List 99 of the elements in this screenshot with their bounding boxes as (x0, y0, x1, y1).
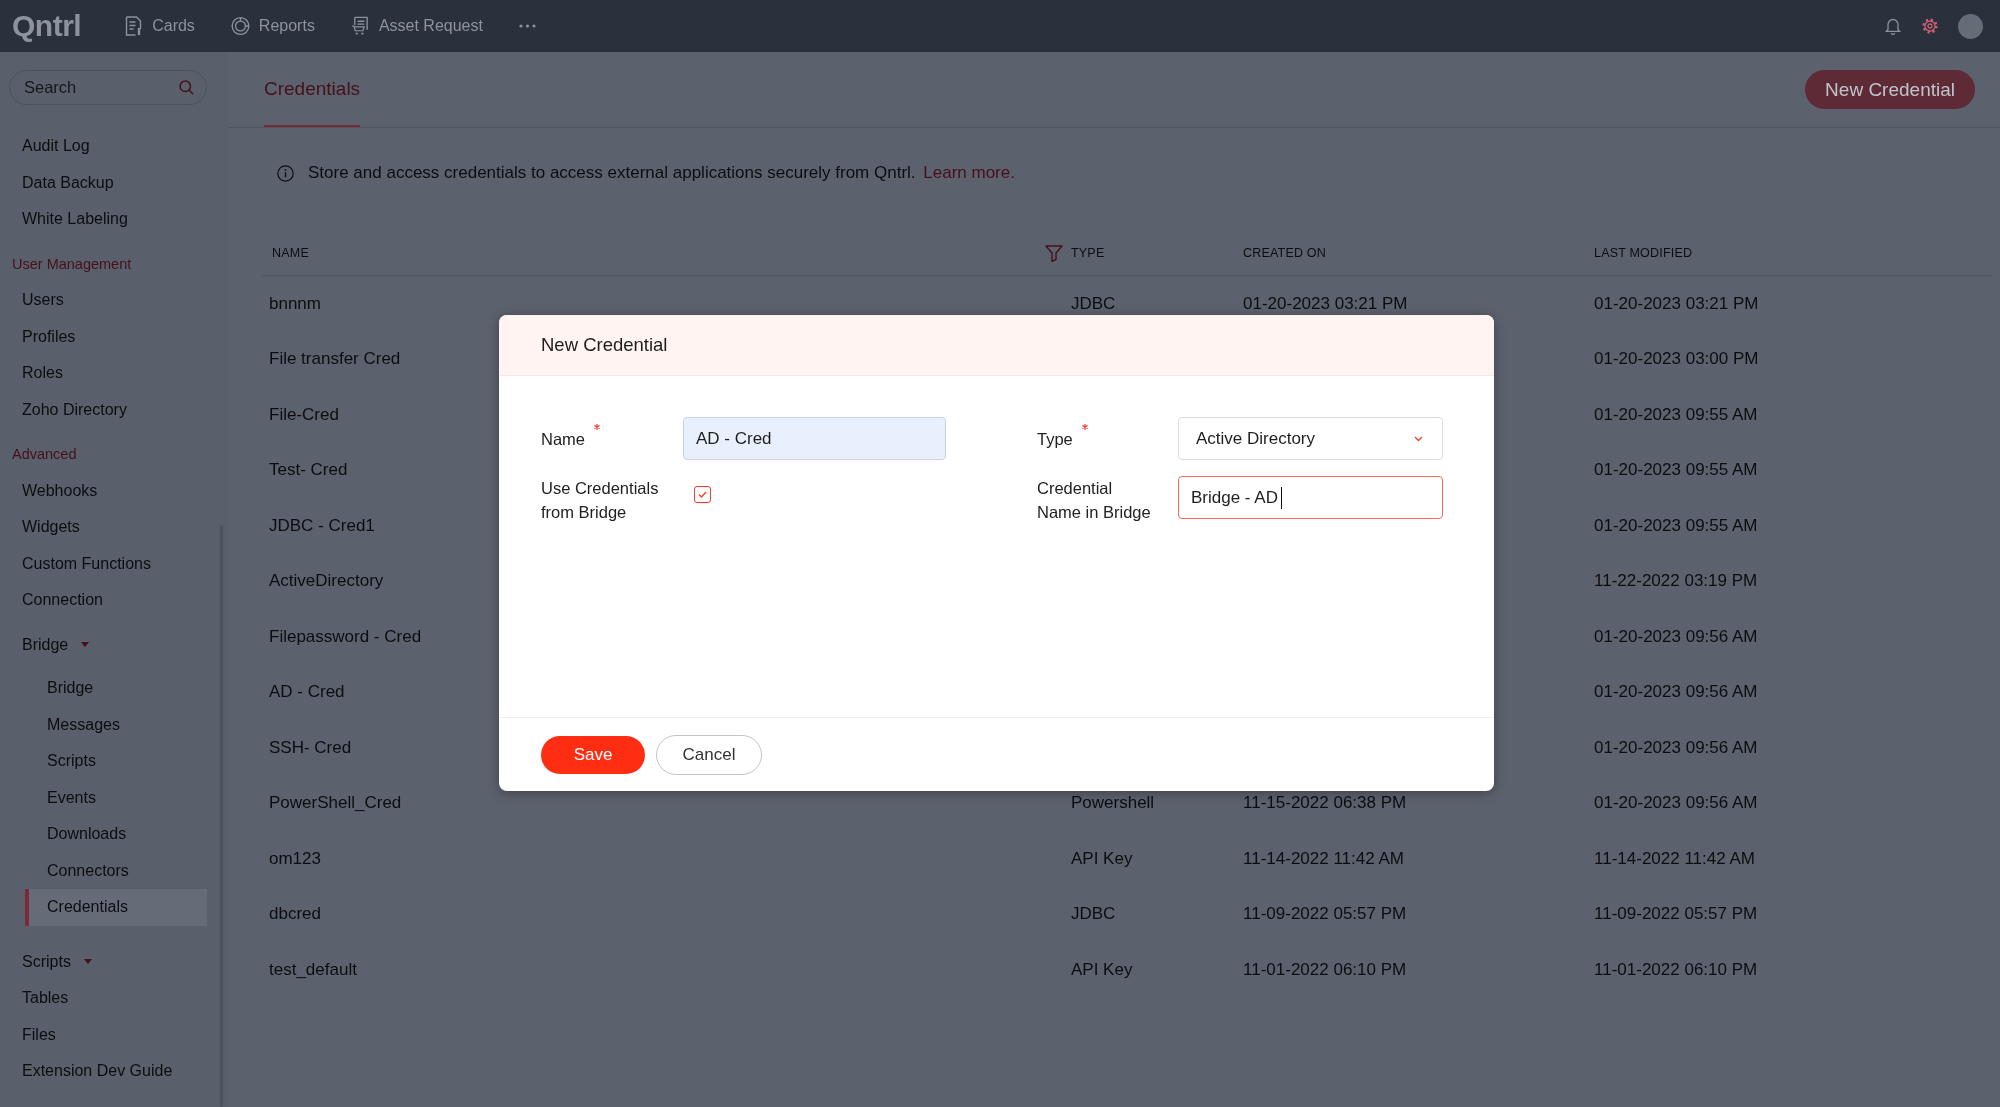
sidebar-item[interactable]: Audit Log (0, 128, 228, 165)
column-header: LAST MODIFIED (1594, 246, 1693, 260)
sidebar-item[interactable]: Events (25, 779, 207, 816)
sidebar-item[interactable]: Scripts (25, 743, 207, 780)
sidebar-item[interactable]: Extension Dev Guide (0, 1053, 228, 1090)
chevron-down-icon (1414, 435, 1423, 442)
table-cell: 11-09-2022 05:57 PM (1594, 904, 1758, 925)
table-cell: 11-09-2022 05:57 PM (1243, 904, 1407, 925)
dialog-title: New Credential (541, 334, 668, 356)
table-cell: 01-20-2023 09:56 AM (1594, 682, 1758, 703)
table-cell: 01-20-2023 09:55 AM (1594, 515, 1758, 536)
sidebar-item[interactable]: Roles (0, 355, 228, 392)
sidebar-item[interactable]: Credentials (25, 889, 207, 926)
table-cell: AD - Cred (269, 682, 345, 703)
sidebar-item[interactable]: Files (0, 1016, 228, 1053)
table-cell: Powershell (1071, 793, 1155, 814)
document-icon (124, 16, 144, 36)
table-cell: 01-20-2023 09:55 AM (1594, 460, 1758, 481)
input-field[interactable]: Bridge - AD (1178, 476, 1443, 519)
sidebar-group[interactable]: Scripts (0, 943, 228, 980)
sidebar-item[interactable]: Widgets (0, 509, 228, 546)
cart-icon (350, 16, 370, 36)
nav-item[interactable]: Asset Request (350, 16, 483, 36)
sidebar-item[interactable]: Profiles (0, 318, 228, 355)
sidebar-group[interactable]: Bridge (0, 626, 228, 663)
column-header: NAME (272, 246, 309, 260)
table-cell: 11-22-2022 03:19 PM (1594, 571, 1758, 592)
table-cell: File-Cred (269, 404, 339, 425)
target-icon (230, 16, 250, 36)
section-heading: User Management (11, 254, 133, 274)
app-logo[interactable]: Qntrl (12, 11, 82, 41)
caret-down-icon (83, 959, 92, 965)
sidebar-item[interactable]: Users (0, 282, 228, 319)
table-cell: 11-14-2022 11:42 AM (1594, 848, 1755, 869)
table-cell: bnnnm (269, 293, 321, 314)
table-cell: 11-15-2022 06:38 PM (1243, 793, 1407, 814)
sidebar-item[interactable]: Connection (0, 582, 228, 619)
field-label: Name (541, 428, 585, 450)
table-cell: Test- Cred (269, 460, 348, 481)
info-text: Store and access credentials to access external applications securely from Qntrl. Learn more. (308, 163, 1015, 183)
table-cell: om123 (269, 848, 321, 869)
table-cell: 11-01-2022 06:10 PM (1243, 959, 1407, 980)
search-icon[interactable] (179, 80, 194, 95)
more-icon[interactable] (518, 24, 536, 28)
cancel-button[interactable]: Cancel (656, 734, 762, 775)
table-cell: PowerShell_Cred (269, 793, 402, 814)
type-dropdown[interactable]: Active Directory (1178, 417, 1443, 460)
table-cell: 01-20-2023 09:56 AM (1594, 793, 1758, 814)
table-cell: 01-20-2023 09:55 AM (1594, 404, 1758, 425)
sidebar-item[interactable]: White Labeling (0, 201, 228, 238)
column-header: CREATED ON (1243, 246, 1327, 260)
text-cursor-icon (1280, 486, 1283, 509)
tab[interactable]: Credentials (264, 52, 361, 127)
sidebar-item[interactable]: Downloads (25, 816, 207, 853)
learn-more-link[interactable]: Learn more. (923, 163, 1015, 182)
table-cell: JDBC (1071, 293, 1116, 314)
column-header: TYPE (1071, 246, 1105, 260)
table-cell: 01-20-2023 03:21 PM (1243, 293, 1408, 314)
table-cell: JDBC (1071, 904, 1116, 925)
info-icon (277, 164, 294, 182)
table-cell: JDBC - Cred1 (269, 515, 375, 536)
new-credential-button[interactable]: New Credential (1805, 70, 1975, 109)
table-cell: API Key (1071, 959, 1133, 980)
table-cell: 01-20-2023 03:00 PM (1594, 349, 1759, 370)
field-label: Type (1037, 428, 1073, 450)
checkbox[interactable] (694, 486, 711, 503)
field-label: Credential Name in Bridge (1037, 478, 1152, 523)
table-cell: API Key (1071, 848, 1133, 869)
table-cell: 01-20-2023 09:56 AM (1594, 626, 1758, 647)
table-cell: Filepassword - Cred (269, 626, 422, 647)
sidebar-item[interactable]: Messages (25, 706, 207, 743)
table-cell: 01-20-2023 09:56 AM (1594, 737, 1758, 758)
table-cell: ActiveDirectory (269, 571, 384, 592)
nav-item[interactable]: Cards (124, 16, 195, 36)
settings-icon[interactable] (1922, 18, 1938, 34)
input-field[interactable]: AD - Cred (683, 417, 946, 460)
filter-icon[interactable] (1045, 244, 1063, 262)
table-cell: 11-14-2022 11:42 AM (1243, 848, 1404, 869)
table-cell: SSH- Cred (269, 737, 352, 758)
sidebar-item[interactable]: Tables (0, 980, 228, 1017)
table-cell: dbcred (269, 904, 321, 925)
avatar-icon[interactable] (1958, 13, 1983, 39)
nav-item[interactable]: Reports (230, 16, 315, 36)
sidebar-item[interactable]: Connectors (25, 852, 207, 889)
sidebar-item[interactable]: Zoho Directory (0, 391, 228, 428)
table-cell: 11-01-2022 06:10 PM (1594, 959, 1758, 980)
table-cell: test_default (269, 959, 357, 980)
sidebar-item[interactable]: Webhooks (0, 472, 228, 509)
bell-icon[interactable] (1885, 17, 1901, 35)
checkmark-icon (698, 491, 707, 498)
sidebar-item[interactable]: Bridge (25, 670, 207, 707)
caret-down-icon (81, 642, 90, 648)
field-label: Use Credentials from Bridge (541, 478, 660, 523)
section-heading: Advanced (11, 445, 78, 465)
sidebar-item[interactable]: Data Backup (0, 164, 228, 201)
save-button[interactable]: Save (541, 735, 645, 774)
table-cell: 01-20-2023 03:21 PM (1594, 293, 1759, 314)
sidebar-item[interactable]: Custom Functions (0, 545, 228, 582)
table-cell: File transfer Cred (269, 349, 401, 370)
